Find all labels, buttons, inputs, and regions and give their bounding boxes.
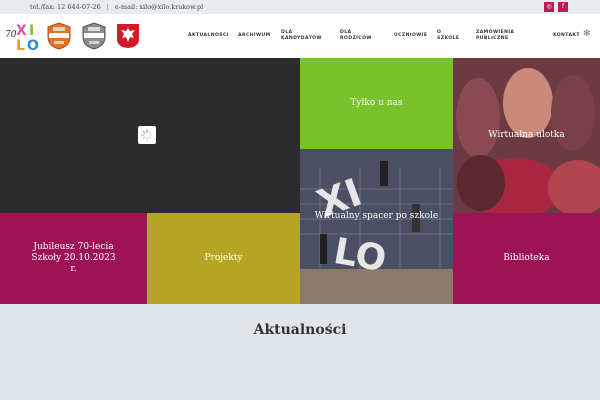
tile-label: Wirtualny spacer po szkole	[314, 211, 439, 221]
section-title: Aktualności	[253, 322, 347, 338]
tile-label: Projekty	[204, 253, 243, 263]
tile-label: Wirtualna ulotka	[488, 130, 565, 140]
nav-label: Uczniowie	[394, 33, 428, 38]
svg-text:L: L	[16, 38, 25, 52]
nav-label: Dla rodziców	[340, 30, 372, 41]
phone-text: tel./fax: 12 644-07-26	[30, 3, 101, 11]
nav-label: Kontakt	[553, 33, 580, 38]
nav-dla-rodzicow[interactable]: Dla rodziców	[340, 14, 376, 58]
svg-text:70: 70	[5, 30, 17, 40]
site-header: 70 X I L O Aktualności Archiwum Dla kand…	[0, 14, 600, 58]
contact-info: tel./fax: 12 644-07-26 | e-mail: xilo@xilo…	[30, 3, 203, 11]
nav-label: Zamówienia publiczne	[476, 30, 515, 41]
nav-zamowienia-publiczne[interactable]: Zamówienia publiczne	[476, 14, 516, 58]
tile-tylko-u-nas[interactable]: Tylko u nas	[300, 58, 453, 149]
tile-biblioteka[interactable]: Biblioteka	[453, 213, 600, 304]
nav-uczniowie[interactable]: Uczniowie	[394, 14, 427, 58]
xilo-letters-photo: XI LO	[300, 149, 453, 304]
accessibility-settings-icon[interactable]: ✻	[583, 29, 591, 39]
nav-archiwum[interactable]: Archiwum	[238, 14, 271, 58]
nav-label: O szkole	[437, 30, 460, 41]
nav-o-szkole[interactable]: O szkole	[437, 14, 461, 58]
nav-kontakt[interactable]: Kontakt	[553, 14, 580, 58]
nav-label: Dla kandydatów	[281, 30, 322, 41]
instagram-icon[interactable]: ◎	[544, 2, 554, 12]
svg-text:X: X	[16, 23, 27, 39]
polish-eagle-emblem-icon[interactable]	[116, 23, 140, 49]
top-bar: tel./fax: 12 644-07-26 | e-mail: xilo@xilo…	[0, 0, 600, 14]
tile-label: Jubileusz 70-lecia Szkoły 20.10.2023 r.	[31, 242, 116, 274]
svg-text:I: I	[29, 23, 34, 39]
tile-label: Biblioteka	[503, 253, 550, 263]
perspektywy-badge-grey[interactable]	[82, 22, 106, 50]
school-logo[interactable]: 70 X I L O	[4, 20, 42, 52]
nav-label: Archiwum	[238, 33, 271, 38]
tile-label: Tylko u nas	[350, 98, 403, 108]
nav-dla-kandydatow[interactable]: Dla kandydatów	[281, 14, 321, 58]
nav-aktualnosci[interactable]: Aktualności	[188, 14, 229, 58]
contact-separator: |	[106, 3, 109, 11]
email-link[interactable]: e-mail: xilo@xilo.krakow.pl	[115, 3, 203, 11]
tile-wirtualny-spacer[interactable]: XI LO Wirtualny spacer po szkole	[300, 149, 453, 304]
facebook-icon[interactable]: f	[558, 2, 568, 12]
nav-label: Aktualności	[188, 33, 229, 38]
loading-spinner-icon	[138, 126, 156, 144]
tile-projekty[interactable]: Projekty	[147, 213, 300, 304]
perspektywy-badge-orange[interactable]	[47, 22, 71, 50]
svg-text:O: O	[27, 38, 39, 52]
tile-jubileusz[interactable]: Jubileusz 70-lecia Szkoły 20.10.2023 r.	[0, 213, 147, 304]
tile-wirtualna-ulotka[interactable]: Wirtualna ulotka	[453, 58, 600, 213]
